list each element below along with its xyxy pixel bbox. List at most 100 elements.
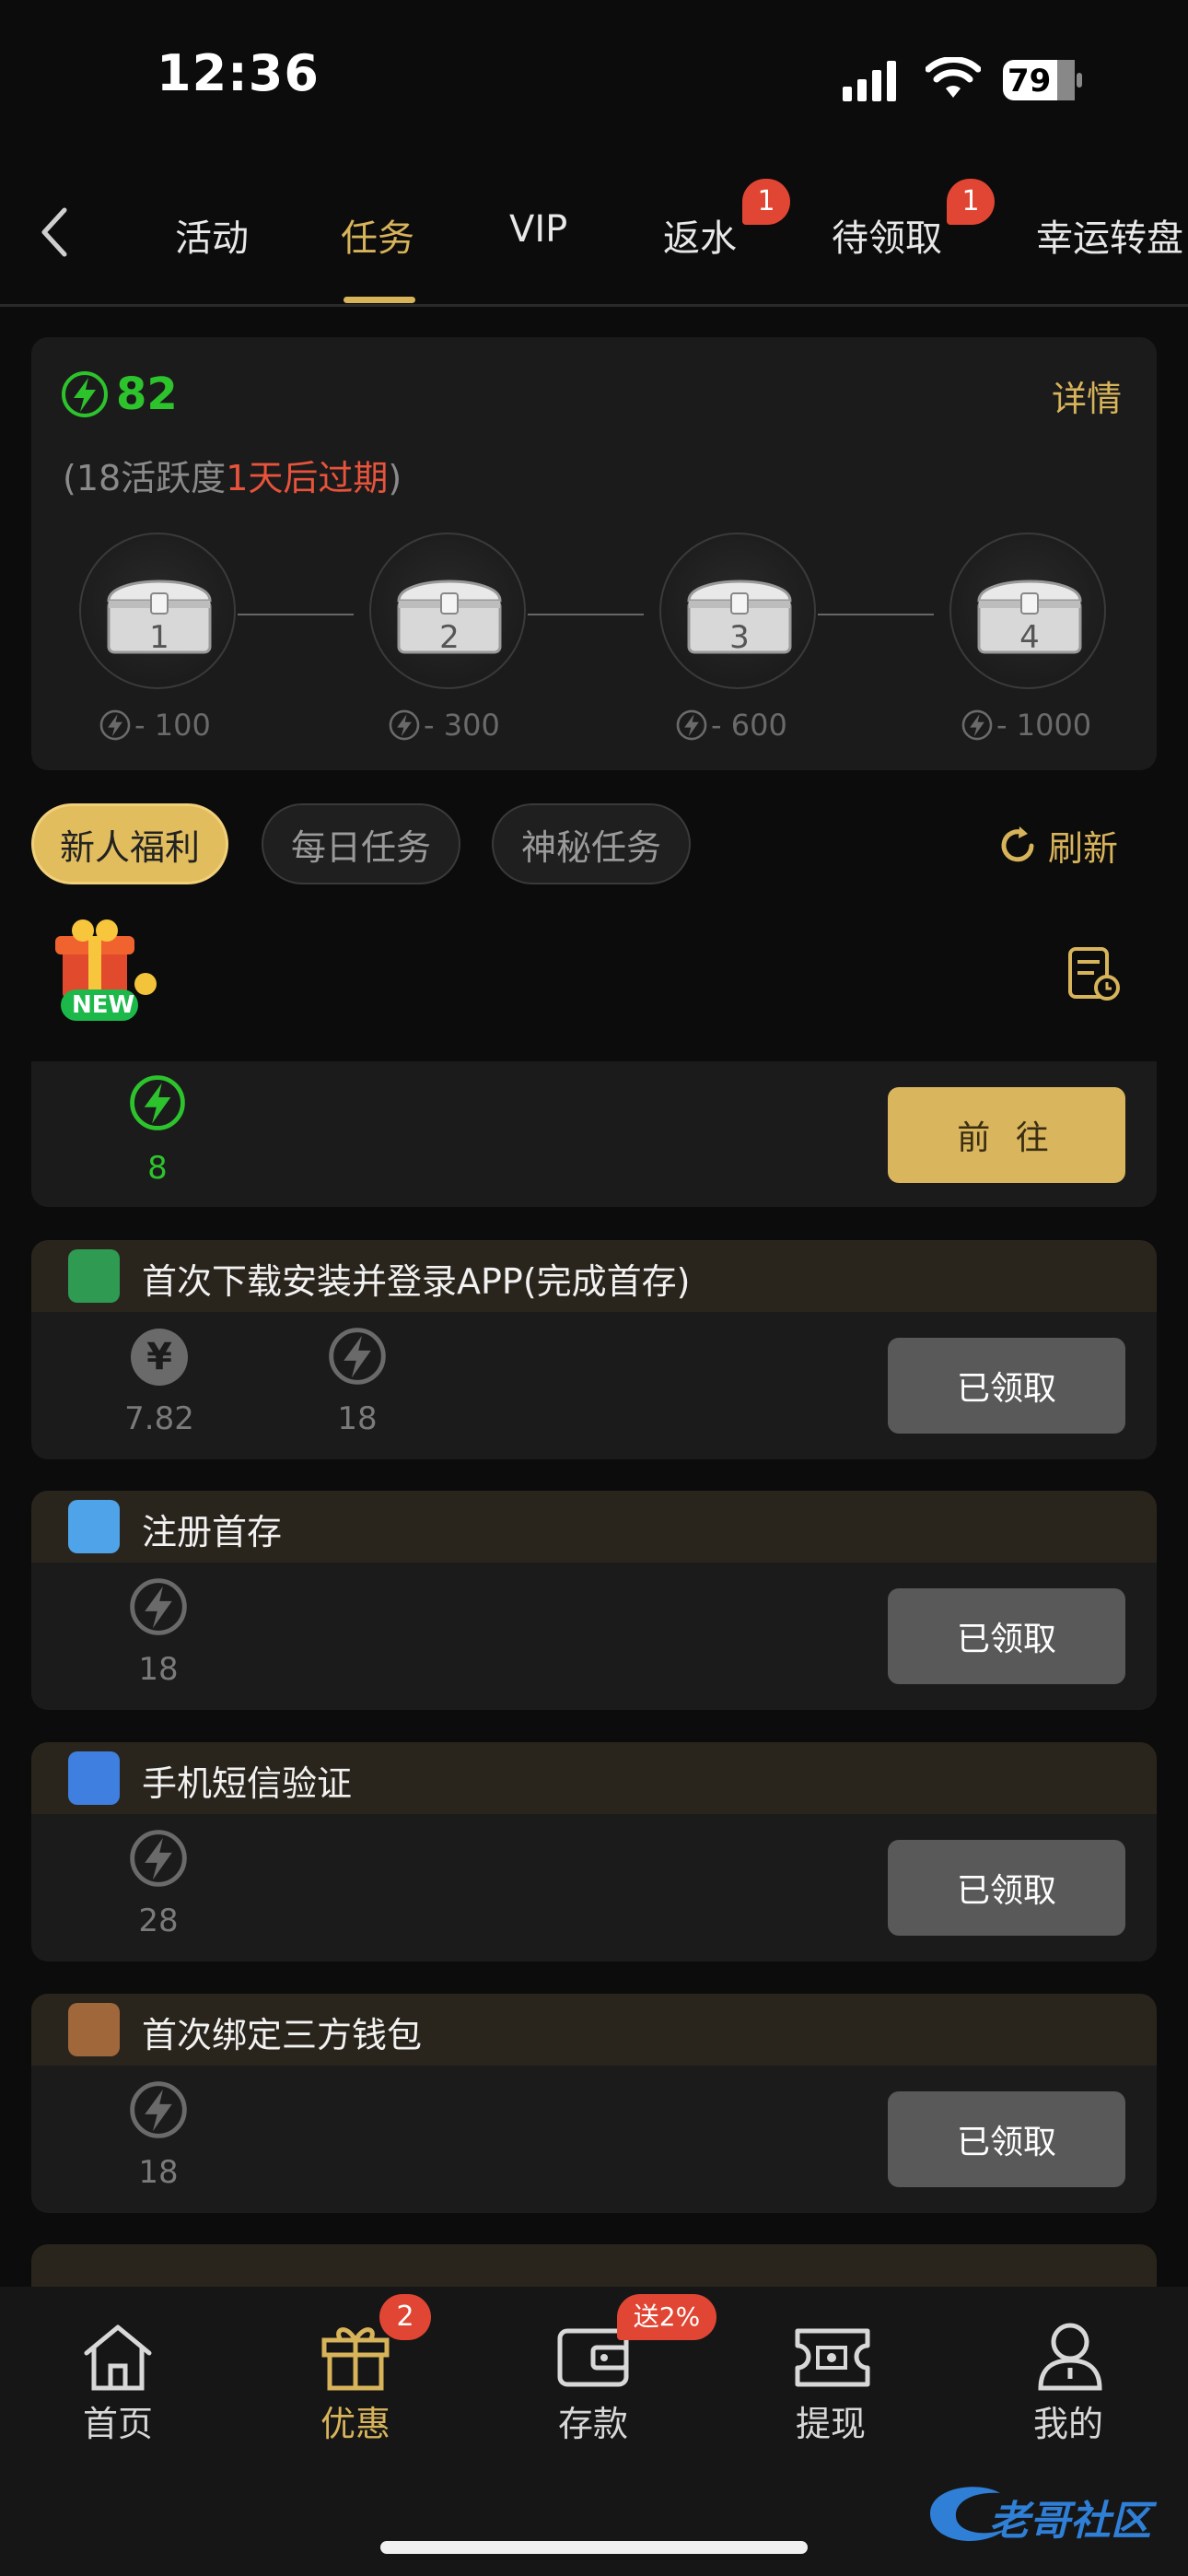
chest-cost-value: - 600 xyxy=(711,708,787,743)
energy-bolt-icon xyxy=(99,709,131,741)
treasure-chest-3[interactable]: 3 xyxy=(659,533,816,689)
task-card-header: 手机短信验证 xyxy=(31,1742,1157,1814)
treasure-chest-1[interactable]: 1 xyxy=(79,533,236,689)
details-link[interactable]: 详情 xyxy=(1052,370,1122,421)
tab-pending[interactable]: 待领取 xyxy=(832,208,942,262)
filter-mystery[interactable]: 神秘任务 xyxy=(492,803,691,884)
task-title: 手机短信验证 xyxy=(142,1763,353,1804)
refresh-label: 刷新 xyxy=(1048,828,1119,869)
chest-cost-value: - 100 xyxy=(134,708,211,743)
chest-cost-value: - 1000 xyxy=(996,708,1092,743)
tab-tasks[interactable]: 任务 xyxy=(341,208,414,262)
claimed-button[interactable]: 已领取 xyxy=(888,1338,1125,1434)
watermark-logo: 老哥社区 xyxy=(923,2476,1177,2550)
wifi-icon xyxy=(926,57,981,98)
claimed-button[interactable]: 已领取 xyxy=(888,1840,1125,1936)
energy-bolt-icon xyxy=(130,2081,187,2138)
withdraw-icon[interactable] xyxy=(794,2325,871,2390)
energy-bolt-icon xyxy=(329,1328,386,1385)
nav-divider xyxy=(0,304,1188,307)
chest-number: 1 xyxy=(149,619,169,656)
claimed-button[interactable]: 已领取 xyxy=(888,2091,1125,2187)
battery-level: 79 xyxy=(1007,63,1052,100)
claimed-button[interactable]: 已领取 xyxy=(888,1588,1125,1684)
chest-cost-value: - 300 xyxy=(424,708,500,743)
chest-cost-3: - 600 xyxy=(676,708,787,743)
treasure-chest-4[interactable]: 4 xyxy=(949,533,1106,689)
task-card-header: 首次绑定三方钱包 xyxy=(31,1994,1157,2066)
battery-icon: 79 xyxy=(1002,59,1083,101)
task-card-body: ¥7.82 18 已领取 xyxy=(31,1312,1157,1459)
energy-reward: 18 xyxy=(138,2154,179,2191)
user-icon[interactable] xyxy=(1033,2320,1107,2392)
energy-reward: 28 xyxy=(138,1903,179,1939)
rebate-badge: 1 xyxy=(742,179,790,225)
chest-number: 4 xyxy=(1019,619,1040,656)
new-label: NEW xyxy=(72,991,135,1019)
energy-bolt-icon xyxy=(961,709,993,741)
energy-bolt-icon xyxy=(130,1830,187,1887)
task-icon xyxy=(68,1249,120,1303)
energy-bolt-icon xyxy=(130,1075,185,1130)
task-title: 首次绑定三方钱包 xyxy=(142,2015,423,2055)
task-icon xyxy=(68,1751,120,1805)
expiry-suffix: ) xyxy=(388,458,402,498)
task-card-body: 18 已领取 xyxy=(31,2066,1157,2213)
filter-newbie[interactable]: 新人福利 xyxy=(31,803,228,884)
chest-number: 3 xyxy=(729,619,750,656)
tab-vip[interactable]: VIP xyxy=(509,208,567,251)
task-card-body: 18 已领取 xyxy=(31,1563,1157,1710)
task-card-body: 28 已领取 xyxy=(31,1814,1157,1961)
pending-badge: 1 xyxy=(947,179,995,225)
deposit-badge: 送2% xyxy=(617,2294,716,2340)
back-icon[interactable] xyxy=(37,205,74,260)
money-icon: ¥ xyxy=(131,1329,188,1386)
chest-arrow xyxy=(238,614,354,615)
home-icon[interactable] xyxy=(81,2322,155,2392)
task-record-icon[interactable] xyxy=(1066,945,1124,1004)
active-tab-indicator xyxy=(344,297,415,303)
watermark-text: 老哥社区 xyxy=(989,2498,1151,2545)
filter-daily[interactable]: 每日任务 xyxy=(262,803,460,884)
tab-rebate[interactable]: 返水 xyxy=(663,208,737,262)
task-title: 首次下载安装并登录APP(完成首存) xyxy=(142,1261,691,1302)
chest-cost-2: - 300 xyxy=(389,708,500,743)
cellular-signal-icon xyxy=(843,61,896,101)
energy-total: 82 xyxy=(116,369,178,420)
first-task-energy: 8 xyxy=(147,1150,168,1187)
bottom-nav-profile[interactable]: 我的 xyxy=(1004,2395,1133,2446)
energy-reward: 18 xyxy=(337,1400,378,1437)
gift-icon[interactable] xyxy=(319,2320,392,2392)
bottom-nav-withdraw[interactable]: 提现 xyxy=(766,2395,895,2446)
refresh-icon xyxy=(1001,825,1034,861)
expiry-prefix: (18活跃度 xyxy=(63,458,227,498)
status-time: 12:36 xyxy=(157,44,320,102)
refresh-button[interactable]: 刷新 xyxy=(995,820,1118,871)
task-card-header: 首次下载安装并登录APP(完成首存) xyxy=(31,1240,1157,1312)
promo-badge: 2 xyxy=(379,2294,431,2340)
chest-cost-4: - 1000 xyxy=(961,708,1091,743)
bottom-nav-home[interactable]: 首页 xyxy=(53,2395,182,2446)
task-title: 注册首存 xyxy=(142,1512,283,1552)
energy-bolt-icon xyxy=(389,709,420,741)
activity-expiry-note: (18活跃度1天后过期) xyxy=(63,450,402,500)
energy-reward: 18 xyxy=(138,1651,179,1688)
tab-lucky-wheel[interactable]: 幸运转盘 xyxy=(1036,208,1183,262)
bottom-nav-promotions[interactable]: 优惠 xyxy=(291,2395,420,2446)
chest-number: 2 xyxy=(439,619,460,656)
bottom-nav-deposit[interactable]: 存款 xyxy=(529,2395,658,2446)
go-button[interactable]: 前 往 xyxy=(888,1087,1125,1183)
treasure-chest-2[interactable]: 2 xyxy=(369,533,526,689)
chest-arrow xyxy=(528,614,644,615)
energy-bolt-icon xyxy=(130,1578,187,1635)
tab-activity[interactable]: 活动 xyxy=(175,208,249,262)
chest-arrow xyxy=(818,614,934,615)
home-indicator xyxy=(380,2541,808,2554)
money-reward: 7.82 xyxy=(124,1400,194,1437)
new-gift-icon: NEW xyxy=(42,918,162,1028)
task-icon xyxy=(68,2003,120,2056)
task-card-header: 注册首存 xyxy=(31,1491,1157,1563)
energy-bolt-icon xyxy=(62,371,108,417)
task-icon xyxy=(68,1500,120,1553)
chest-cost-1: - 100 xyxy=(99,708,211,743)
